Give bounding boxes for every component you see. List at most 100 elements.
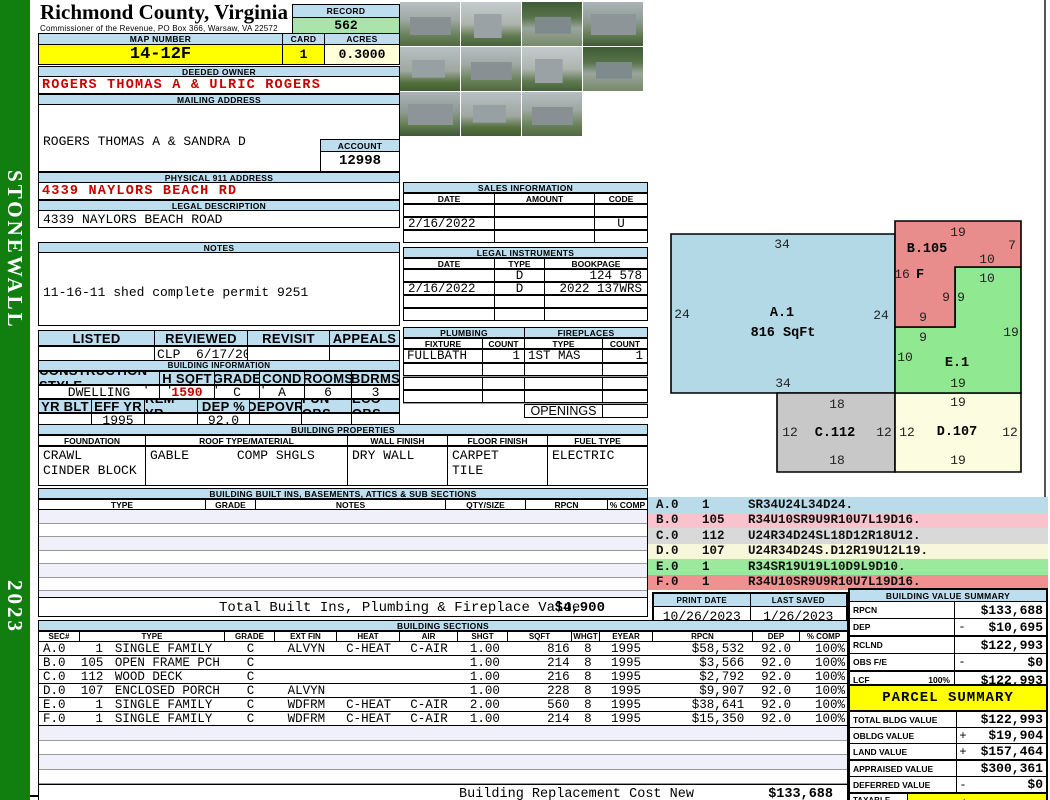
table-row: D 124 578 <box>403 269 648 282</box>
section-cell: SINGLE FAMILY <box>114 711 213 726</box>
property-photo[interactable] <box>461 2 521 46</box>
photo-row <box>400 92 652 136</box>
property-photo[interactable] <box>400 2 460 46</box>
section-cell: ALVYN <box>287 683 326 698</box>
fireplace-type: 1ST MAS <box>525 349 603 363</box>
property-photo[interactable] <box>583 2 643 46</box>
building-section-row: F.0 1 SINGLE FAMILY C WDFRM C-HEAT C-AIR 1.00 21… <box>39 712 847 726</box>
deeded-owner-section: DEEDED OWNER ROGERS THOMAS A & ULRIC ROG… <box>38 66 400 94</box>
property-record-card: STONEWALL 2023 Richmond County, Virginia… <box>0 0 1050 800</box>
sketch-section-label: A.1 <box>770 306 794 321</box>
legend-vector-code: R34SR19U19L10D9L9D10. <box>748 559 906 574</box>
property-photo[interactable] <box>461 47 521 91</box>
table-row <box>403 295 648 308</box>
review-header-row: LISTED REVIEWED REVISIT APPEALS <box>38 330 400 346</box>
property-photo[interactable] <box>522 47 582 91</box>
parcel-summary-row: OBLDG VALUE + $19,904 <box>850 728 1046 744</box>
fireplace-count <box>603 363 648 376</box>
property-photo[interactable] <box>400 47 460 91</box>
value-summary-sign: - <box>958 655 966 669</box>
sales-information-section: SALES INFORMATION DATE AMOUNT CODE 2/16/2022… <box>403 182 648 243</box>
section-cell: C <box>246 669 255 684</box>
property-header: FOUNDATION <box>38 435 146 446</box>
section-cell: C <box>246 641 255 656</box>
section-header: RPCN <box>653 631 753 642</box>
parcel-summary-amount: $122,993 <box>980 712 1043 727</box>
sketch-dimension: 9 <box>957 290 965 305</box>
taxable-value-row: TAXABLEVALUE $300,361 <box>850 794 1046 800</box>
section-cell: 92.0 <box>761 669 792 684</box>
sales-header: CODE <box>595 193 648 204</box>
fireplace-type <box>525 390 603 403</box>
commissioner-line: Commissioner of the Revenue, PO Box 366,… <box>40 24 278 33</box>
table-row: OPENINGS <box>403 403 648 418</box>
property-photo[interactable] <box>583 47 643 91</box>
plumbing-count <box>483 363 525 376</box>
legend-section: E.0 <box>656 559 679 574</box>
section-cell: 216 <box>547 669 570 684</box>
notes-label: NOTES <box>38 242 400 253</box>
parcel-summary-row: TOTAL BLDG VALUE $122,993 <box>850 712 1046 728</box>
sketch-dimension: 19 <box>950 225 966 240</box>
built-ins-header: RPCN <box>526 499 608 510</box>
last-saved-label: LAST SAVED <box>750 594 846 607</box>
parcel-summary-row: DEFERRED VALUE - $0 <box>850 777 1046 794</box>
legend-number: 1 <box>702 497 710 512</box>
building-sections-footer: Building Replacement Cost New $133,688 <box>38 784 848 800</box>
section-header: HEAT <box>337 631 400 642</box>
section-cell: C <box>246 683 255 698</box>
parcel-summary-label: PARCEL SUMMARY <box>850 686 1046 712</box>
sale-date: 2/16/2022 <box>403 217 495 230</box>
county-header: Richmond County, Virginia Commissioner o… <box>40 2 295 34</box>
property-photo[interactable] <box>522 2 582 46</box>
foundation-line: CRAWL <box>43 448 83 463</box>
record-box: RECORD 562 <box>292 4 400 33</box>
parcel-summary-amount: $300,361 <box>980 761 1043 776</box>
built-ins-rows <box>38 510 648 606</box>
section-cell: ALVYN <box>287 641 326 656</box>
section-cell: C-AIR <box>410 641 448 656</box>
section-header: EYEAR <box>600 631 653 642</box>
table-row <box>403 204 648 217</box>
value-summary-amount: $0 <box>1027 654 1043 670</box>
legal-instruments-section: LEGAL INSTRUMENTS DATE TYPE BOOKPAGE D 124 57… <box>403 247 648 321</box>
section-header: AIR <box>400 631 458 642</box>
property-photo[interactable] <box>400 92 460 136</box>
section-cell: SINGLE FAMILY <box>114 697 213 712</box>
parcel-summary-sign: + <box>959 744 967 759</box>
section-cell: $15,350 <box>691 711 745 726</box>
property-photo[interactable] <box>461 92 521 136</box>
property-photo[interactable] <box>522 92 582 136</box>
legal-description-value: 4339 NAYLORS BEACH ROAD <box>38 211 400 228</box>
legend-vector-code: U24R34D24SL18D12R18U12. <box>748 528 921 543</box>
plumbing-count <box>483 376 525 390</box>
section-cell: 1 <box>95 697 103 712</box>
notes-section: NOTES 11-16-11 shed complete permit 9251… <box>38 242 400 390</box>
legal-description-label: LEGAL DESCRIPTION <box>38 200 400 211</box>
review-header: REVIEWED <box>155 330 248 346</box>
section-cell: 107 <box>80 683 104 698</box>
instrument-header: TYPE <box>495 258 545 269</box>
section-cell: 8 <box>584 683 592 698</box>
plumbing-fireplaces-section: PLUMBING FIREPLACES FIXTURE COUNT TYPE COUNT F… <box>403 327 648 418</box>
sketch-legend-row: B.0 105 R34U10SR9U9R10U7L19D16. <box>648 512 1048 528</box>
value-summary-amount: $10,695 <box>988 619 1043 635</box>
sketch-legend-row: C.0 112 U24R34D24SL18D12R18U12. <box>648 528 1048 544</box>
foundation-value: CRAWL CINDER BLOCK <box>38 446 146 486</box>
section-header: SEC# <box>38 631 80 642</box>
built-ins-total-value: $4,900 <box>554 600 605 616</box>
legend-vector-code: U24R34D24S.D12R19U12L19. <box>748 544 929 559</box>
sale-code: U <box>595 217 648 230</box>
section-cell: 228 <box>547 683 570 698</box>
section-cell: 8 <box>584 655 592 670</box>
instrument-type <box>495 308 545 321</box>
building-value-summary-label: BUILDING VALUE SUMMARY <box>850 590 1046 602</box>
section-cell: 1995 <box>611 697 642 712</box>
section-cell: E.0 <box>43 697 66 712</box>
section-cell: 92.0 <box>761 641 792 656</box>
table-row: 2/16/2022 D 2022 137WRS <box>403 282 648 295</box>
section-header: EXT FIN <box>275 631 337 642</box>
plumbing-header: FIXTURE <box>403 338 483 349</box>
sketch-legend-row: E.0 1 R34SR19U19L10D9L9D10. <box>648 559 1048 575</box>
instrument-type: D <box>495 282 545 295</box>
